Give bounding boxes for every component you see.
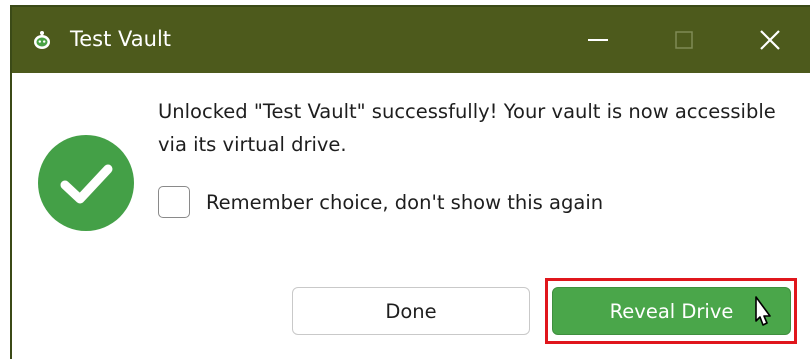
minimize-button[interactable] (566, 7, 630, 73)
title-bar[interactable]: Test Vault (12, 7, 810, 73)
done-button[interactable]: Done (292, 287, 530, 335)
close-button[interactable] (738, 7, 802, 73)
remember-choice-row[interactable]: Remember choice, don't show this again (158, 184, 603, 220)
remember-choice-label[interactable]: Remember choice, don't show this again (206, 191, 603, 214)
cryptomator-bot-icon (34, 31, 50, 49)
checkmark-circle-icon (38, 135, 134, 231)
window-title: Test Vault (70, 27, 172, 51)
dialog-window: Test Vault Unlocked "Test Vault" success… (10, 5, 810, 359)
remember-choice-checkbox[interactable] (158, 186, 190, 218)
dialog-content: Unlocked "Test Vault" successfully! Your… (12, 73, 810, 359)
mouse-pointer-icon (755, 296, 771, 326)
success-message: Unlocked "Test Vault" successfully! Your… (158, 100, 776, 156)
minimize-icon (588, 39, 608, 41)
maximize-icon (675, 31, 693, 49)
maximize-button (652, 7, 716, 73)
close-icon (760, 30, 780, 50)
